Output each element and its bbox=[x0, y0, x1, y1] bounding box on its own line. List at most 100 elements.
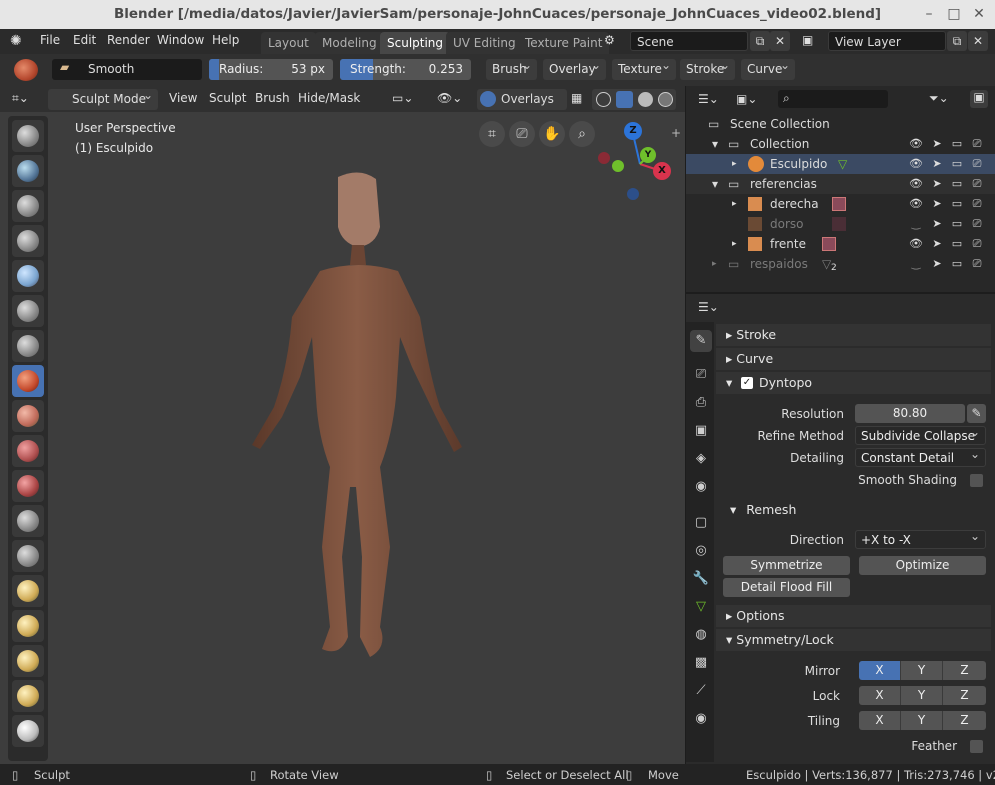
overlays-toggle[interactable]: Overlays bbox=[477, 89, 567, 110]
render-camera-icon[interactable]: ⎚ bbox=[970, 214, 984, 234]
grid-view-icon[interactable]: ⌗ bbox=[479, 121, 505, 147]
panel-curve[interactable]: ▸ Curve bbox=[716, 348, 991, 370]
outliner-scene-collection[interactable]: ▭ Scene Collection bbox=[686, 114, 995, 134]
optimize-button[interactable]: Optimize bbox=[859, 556, 986, 575]
viewport-monitor-icon[interactable]: ▭ bbox=[950, 214, 964, 234]
tool-draw-sharp[interactable] bbox=[12, 155, 44, 187]
brush-selector[interactable]: ▰ Smooth bbox=[52, 59, 202, 80]
tool-clay-strips[interactable] bbox=[12, 225, 44, 257]
visibility-eye-icon[interactable]: 👁 bbox=[909, 194, 923, 214]
menu-brush[interactable]: Brush bbox=[255, 91, 290, 105]
expand-arrow-icon[interactable]: ▾ bbox=[712, 174, 718, 194]
brush-preview-icon[interactable] bbox=[14, 59, 38, 81]
viewport-monitor-icon[interactable]: ▭ bbox=[950, 134, 964, 154]
visibility-eye-icon[interactable]: 👁 bbox=[909, 154, 923, 174]
hidden-eye-icon[interactable]: ‿ bbox=[909, 254, 923, 274]
tool-rotate[interactable] bbox=[12, 715, 44, 747]
menu-file[interactable]: File bbox=[40, 33, 60, 47]
tool-snake-hook[interactable] bbox=[12, 610, 44, 642]
view-layer-properties-icon[interactable]: ▣ bbox=[690, 420, 712, 442]
viewport-monitor-icon[interactable]: ▭ bbox=[950, 174, 964, 194]
lock-z-toggle[interactable]: Z bbox=[943, 686, 986, 705]
mode-selector[interactable]: Sculpt Mode bbox=[48, 85, 158, 110]
selectable-arrow-icon[interactable]: ➤ bbox=[930, 194, 944, 214]
blender-logo-icon[interactable]: ✺ bbox=[10, 33, 22, 49]
material-shading-icon[interactable] bbox=[638, 92, 653, 107]
scene-properties-icon[interactable]: ◈ bbox=[690, 448, 712, 470]
sidebar-toggle-icon[interactable]: + bbox=[671, 126, 681, 140]
render-camera-icon[interactable]: ⎚ bbox=[970, 234, 984, 254]
viewport-monitor-icon[interactable]: ▭ bbox=[950, 194, 964, 214]
tool-grab[interactable] bbox=[12, 575, 44, 607]
visibility-eye-icon[interactable]: 👁 bbox=[909, 174, 923, 194]
solid-shading-icon[interactable] bbox=[616, 91, 633, 108]
wireframe-shading-icon[interactable] bbox=[596, 92, 611, 107]
render-camera-icon[interactable]: ⎚ bbox=[970, 254, 984, 274]
selectable-arrow-icon[interactable]: ➤ bbox=[930, 254, 944, 274]
tool-clay[interactable] bbox=[12, 190, 44, 222]
menu-edit[interactable]: Edit bbox=[73, 33, 96, 47]
tool-properties-icon[interactable]: ✎ bbox=[690, 330, 712, 352]
tiling-y-toggle[interactable]: Y bbox=[901, 711, 943, 730]
outliner-row-derecha[interactable]: ▸ derecha 👁 ➤ ▭ ⎚ bbox=[686, 194, 995, 214]
viewport-monitor-icon[interactable]: ▭ bbox=[950, 254, 964, 274]
detailing-select[interactable]: Constant Detail bbox=[855, 445, 986, 467]
expand-arrow-icon[interactable]: ▸ bbox=[712, 254, 717, 274]
view-layer-field[interactable]: View Layer bbox=[828, 31, 946, 51]
texture-properties-icon[interactable]: ▩ bbox=[690, 652, 712, 674]
object-data-properties-icon[interactable]: ◉ bbox=[690, 708, 712, 730]
mesh-data-properties-icon[interactable]: ▽ bbox=[690, 596, 712, 618]
tool-thumb[interactable] bbox=[12, 645, 44, 677]
menu-view[interactable]: View bbox=[169, 91, 197, 105]
stroke-menu[interactable]: Stroke bbox=[680, 55, 735, 80]
render-camera-icon[interactable]: ⎚ bbox=[970, 154, 984, 174]
constraint-properties-icon[interactable]: ⟋ bbox=[690, 680, 712, 702]
view-layer-icon[interactable]: ▣ bbox=[802, 33, 813, 47]
brush-menu[interactable]: Brush bbox=[486, 55, 537, 80]
output-properties-icon[interactable]: ⎙ bbox=[690, 392, 712, 414]
menu-render[interactable]: Render bbox=[107, 33, 150, 47]
mirror-x-toggle[interactable]: X bbox=[859, 661, 901, 680]
tool-crease[interactable] bbox=[12, 400, 44, 432]
menu-sculpt[interactable]: Sculpt bbox=[209, 91, 246, 105]
selectable-arrow-icon[interactable]: ➤ bbox=[930, 234, 944, 254]
visibility-eye-icon[interactable]: 👁 bbox=[909, 234, 923, 254]
tool-smooth[interactable] bbox=[12, 365, 44, 397]
overlay-menu[interactable]: Overlay bbox=[543, 55, 606, 80]
rendered-shading-icon[interactable] bbox=[658, 92, 673, 107]
zoom-icon[interactable]: ⌕ bbox=[569, 121, 595, 147]
new-collection-icon[interactable]: ▣ bbox=[970, 90, 988, 108]
outliner-editor-icon[interactable]: ☰⌄ bbox=[698, 92, 719, 106]
scene-copy-icon[interactable]: ⧉ bbox=[750, 31, 770, 51]
tool-fill[interactable] bbox=[12, 470, 44, 502]
editor-type-icon[interactable]: ⌗⌄ bbox=[12, 91, 29, 106]
refine-method-select[interactable]: Subdivide Collapse bbox=[855, 423, 986, 445]
material-properties-icon[interactable]: ◍ bbox=[690, 624, 712, 646]
selectable-arrow-icon[interactable]: ➤ bbox=[930, 134, 944, 154]
hidden-eye-icon[interactable]: ‿ bbox=[909, 214, 923, 234]
panel-dyntopo[interactable]: ▾ ✓ Dyntopo bbox=[716, 372, 991, 394]
gizmo-y-label[interactable]: Y bbox=[640, 147, 656, 163]
outliner-row-collection[interactable]: ▾ ▭ Collection 👁 ➤ ▭ ⎚ bbox=[686, 134, 995, 154]
close-window-icon[interactable]: ✕ bbox=[970, 5, 988, 23]
visibility-eye-icon[interactable]: 👁 bbox=[909, 134, 923, 154]
render-properties-icon[interactable]: ⎚ bbox=[690, 364, 712, 386]
symmetrize-button[interactable]: Symmetrize bbox=[723, 556, 850, 575]
outliner-row-dorso[interactable]: dorso ‿ ➤ ▭ ⎚ bbox=[686, 214, 995, 234]
panel-symmetry-lock[interactable]: ▾ Symmetry/Lock bbox=[716, 629, 991, 651]
detail-flood-fill-button[interactable]: Detail Flood Fill bbox=[723, 578, 850, 597]
scene-close-icon[interactable]: ✕ bbox=[770, 31, 790, 51]
tool-nudge[interactable] bbox=[12, 680, 44, 712]
radius-slider[interactable]: Radius: 53 px bbox=[209, 59, 333, 80]
modifier-properties-icon[interactable]: 🔧 bbox=[690, 568, 712, 590]
tab-texture-paint[interactable]: Texture Paint bbox=[518, 32, 610, 54]
direction-select[interactable]: +X to -X bbox=[855, 527, 986, 549]
minimize-icon[interactable]: – bbox=[920, 5, 938, 23]
outliner-row-referencias[interactable]: ▾ ▭ referencias 👁 ➤ ▭ ⎚ bbox=[686, 174, 995, 194]
tool-scrape[interactable] bbox=[12, 505, 44, 537]
outliner-row-frente[interactable]: ▸ frente 👁 ➤ ▭ ⎚ bbox=[686, 234, 995, 254]
tool-draw[interactable] bbox=[12, 120, 44, 152]
gizmo-x-label[interactable]: X bbox=[653, 162, 671, 180]
expand-arrow-icon[interactable]: ▸ bbox=[732, 194, 737, 214]
panel-options[interactable]: ▸ Options bbox=[716, 605, 991, 627]
